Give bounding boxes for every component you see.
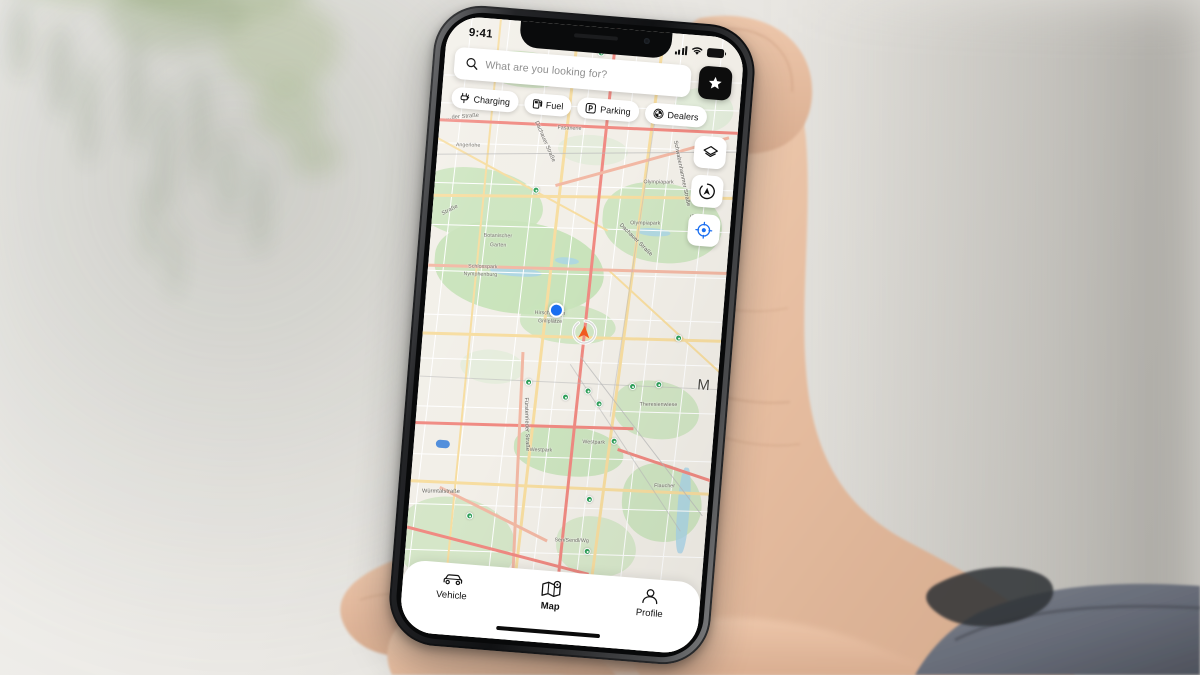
map-compass-button[interactable] — [689, 174, 725, 209]
chip-label: Parking — [599, 104, 632, 117]
person-icon — [642, 589, 658, 605]
front-camera — [643, 37, 651, 45]
map-label: Sen/Sendl/Wg — [554, 537, 589, 545]
chip-fuel[interactable]: Fuel — [523, 92, 573, 118]
earpiece-speaker — [573, 33, 619, 41]
map-label: Angerlohe — [455, 142, 481, 149]
compass-icon — [699, 183, 715, 200]
battery-icon — [706, 47, 725, 58]
map-label: Grillplätze — [537, 318, 563, 325]
brand-roundel-icon — [653, 108, 664, 119]
map-label: Schlosspark — [468, 263, 498, 271]
map-locate-button[interactable] — [686, 213, 722, 248]
favorites-button[interactable] — [697, 65, 733, 101]
map-label: Olympiapark — [630, 220, 661, 227]
vehicle-heading-marker[interactable] — [570, 318, 598, 346]
phone-screen: NordwestparkFasanerieAngerloheOlympiapar… — [398, 15, 746, 655]
city-label: M — [696, 376, 711, 395]
wifi-icon — [692, 47, 703, 55]
map-label: Würmtalstraße — [421, 488, 460, 495]
tab-label: Map — [540, 600, 561, 613]
map-label: Garten — [489, 242, 507, 249]
map-label: Fasanerie — [557, 125, 582, 132]
cellular-bars-icon — [674, 45, 688, 55]
smartphone: NordwestparkFasanerieAngerloheOlympiapar… — [385, 2, 759, 668]
tab-vehicle[interactable]: Vehicle — [411, 569, 493, 604]
home-indicator[interactable] — [496, 625, 601, 639]
map-label: Westpark — [582, 439, 606, 446]
layers-icon — [703, 145, 718, 157]
search-icon — [466, 58, 478, 70]
chip-label: Charging — [473, 93, 511, 107]
tab-profile[interactable]: Profile — [609, 585, 691, 622]
map-label: Olympiapark — [643, 179, 674, 186]
tab-label: Vehicle — [435, 588, 468, 603]
charging-plug-icon — [460, 92, 470, 104]
car-icon — [443, 574, 462, 586]
tab-map[interactable]: Map — [510, 577, 592, 615]
chip-label: Fuel — [545, 99, 564, 112]
crosshair-icon — [695, 221, 713, 239]
map-label: Botanischer — [483, 232, 513, 240]
status-time: 9:41 — [468, 26, 494, 41]
tab-label: Profile — [635, 607, 664, 621]
search-placeholder: What are you looking for? — [484, 58, 608, 81]
map-label: Westpark — [529, 446, 553, 454]
map-label: Nymphenburg — [463, 271, 498, 279]
map-label: Flaucher — [654, 483, 676, 490]
parking-p-icon — [585, 102, 597, 114]
fuel-pump-icon — [532, 99, 542, 109]
map-label: Fürstenrieder Straße — [522, 397, 531, 452]
map-pin-icon — [541, 580, 562, 598]
star-icon — [708, 76, 722, 90]
chip-label: Dealers — [667, 109, 699, 122]
map-label: Theresienwiese — [639, 401, 678, 409]
map-layers-button[interactable] — [692, 135, 728, 170]
